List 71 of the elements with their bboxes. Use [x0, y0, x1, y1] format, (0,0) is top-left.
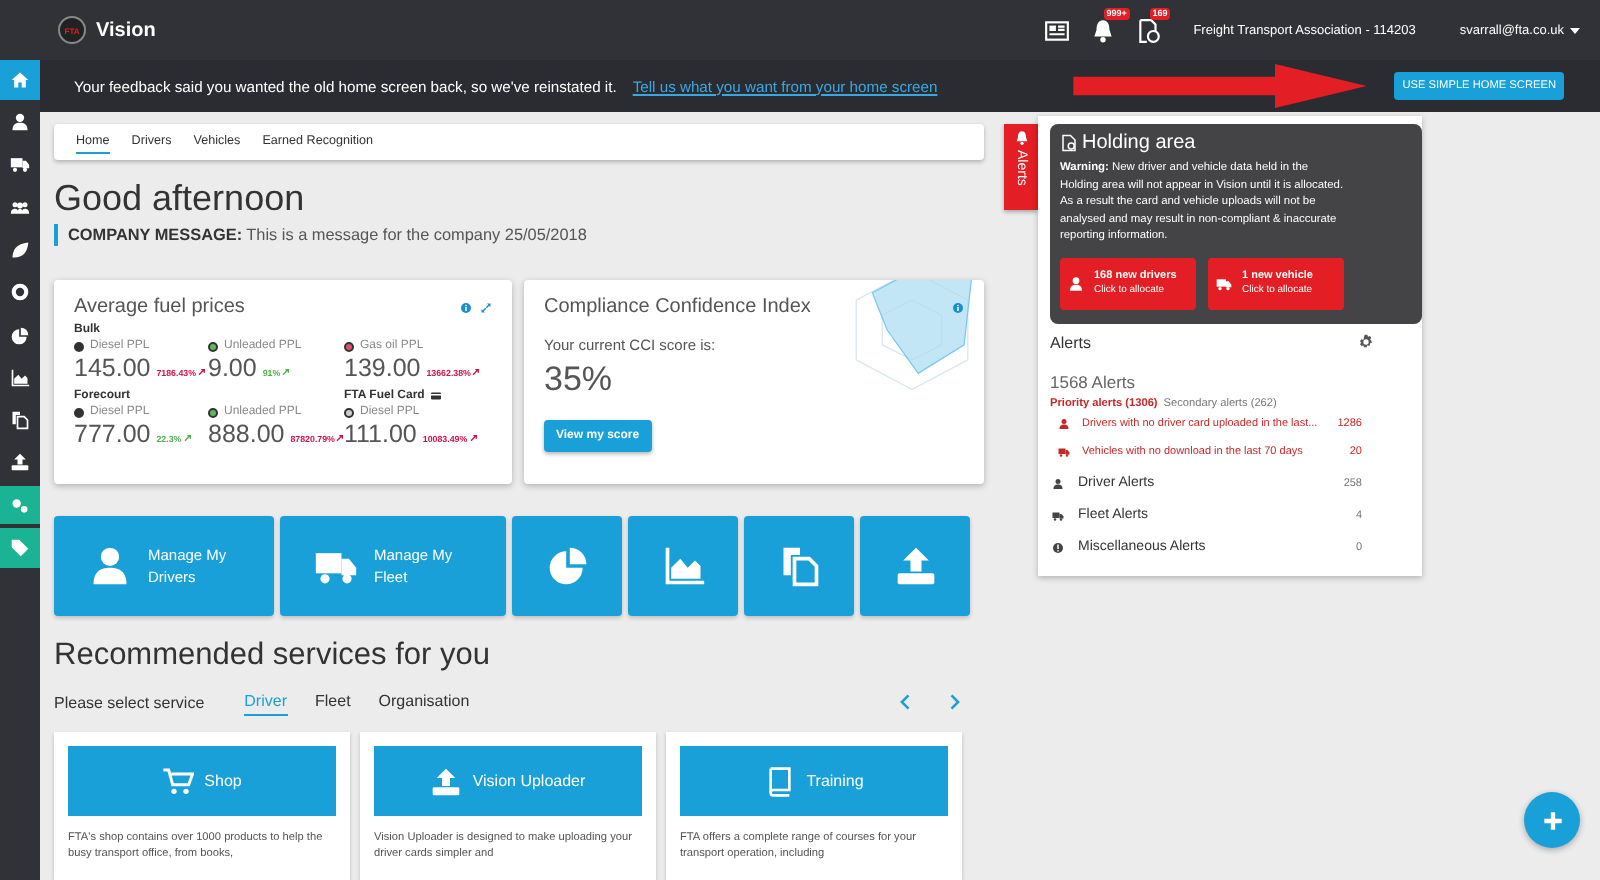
- fuel-price: 777.00: [74, 420, 151, 448]
- trend-arrow-icon: [469, 434, 478, 442]
- shortcut-tile[interactable]: [512, 516, 622, 616]
- card-icon: [428, 389, 445, 401]
- pie-chart-icon: [545, 544, 589, 588]
- person-icon: [10, 112, 30, 133]
- card-title: Average fuel prices: [74, 296, 245, 318]
- card-title: Compliance Confidence Index: [544, 296, 811, 318]
- company-message: COMPANY MESSAGE: This is a message for the company 25/05/2018: [54, 224, 984, 246]
- holding-area-title: Holding area: [1082, 132, 1196, 154]
- bell-icon: [1013, 130, 1029, 146]
- service-tab[interactable]: Fleet: [315, 688, 351, 716]
- shortcut-tile[interactable]: [860, 516, 970, 616]
- area-chart-icon: [661, 544, 705, 588]
- copy-icon: [10, 410, 30, 431]
- tasks-icon: [1135, 17, 1162, 43]
- fuel-price: 9.00: [208, 354, 257, 382]
- tag-icon: [10, 538, 30, 559]
- trend-arrow-icon: [282, 368, 291, 376]
- settings-icon: [1358, 334, 1374, 350]
- people-icon: [10, 197, 30, 218]
- pie-chart-icon: [10, 325, 30, 346]
- trend-arrow-icon: [336, 434, 345, 442]
- truck-icon: [1058, 446, 1070, 459]
- fuel-price: 888.00: [208, 420, 285, 448]
- exclamation-icon: [1052, 541, 1064, 553]
- info-icon: [952, 301, 964, 313]
- newspaper-icon: [1043, 17, 1070, 43]
- service-button[interactable]: Shop: [68, 746, 336, 816]
- lifebuoy-icon: [10, 282, 30, 303]
- person-icon: [1068, 275, 1084, 291]
- service-button[interactable]: Training: [680, 746, 948, 816]
- fuel-price: 139.00: [344, 354, 421, 382]
- alerts-title: Alerts: [1050, 333, 1091, 351]
- cart-icon: [162, 765, 195, 797]
- section-title: Recommended services for you: [54, 636, 492, 676]
- notifications-icon: [1089, 17, 1116, 43]
- shortcut-tile[interactable]: [628, 516, 738, 616]
- service-tab[interactable]: Organisation: [378, 688, 470, 716]
- expand-icon: [480, 301, 492, 313]
- truck-icon: [1216, 275, 1232, 291]
- trend-arrow-icon: [472, 368, 481, 376]
- sidebar-item[interactable]: [0, 485, 40, 525]
- book-icon: [764, 765, 797, 797]
- upload-icon: [893, 544, 937, 588]
- cci-score: 35%: [544, 360, 615, 400]
- home-icon: [10, 69, 30, 90]
- alerts-total: 1568 Alerts: [1050, 371, 1138, 391]
- service-prompt: Please select service: [54, 693, 205, 711]
- truck-icon: [10, 154, 30, 175]
- fuel-price: 111.00: [344, 420, 417, 448]
- person-icon: [1052, 477, 1064, 489]
- shortcut-tile[interactable]: [744, 516, 854, 616]
- document-icon: [1060, 134, 1078, 152]
- app-name: Vision: [96, 19, 156, 41]
- person-icon: [1058, 417, 1070, 430]
- leaf-icon: [10, 239, 30, 260]
- info-icon: [460, 301, 472, 313]
- truck-icon: [1052, 509, 1064, 521]
- upload-icon: [430, 765, 463, 797]
- caret-icon: [1570, 27, 1580, 33]
- plus-icon: [1539, 807, 1565, 833]
- area-chart-icon: [10, 367, 30, 388]
- greeting: Good afternoon: [54, 176, 307, 220]
- add-button[interactable]: [1524, 792, 1580, 848]
- trend-arrow-icon: [183, 434, 192, 442]
- service-button[interactable]: Vision Uploader: [374, 746, 642, 816]
- fuel-price: 145.00: [74, 354, 151, 382]
- person-icon: [88, 544, 132, 588]
- upload-icon: [10, 452, 30, 473]
- trend-arrow-icon: [198, 368, 207, 376]
